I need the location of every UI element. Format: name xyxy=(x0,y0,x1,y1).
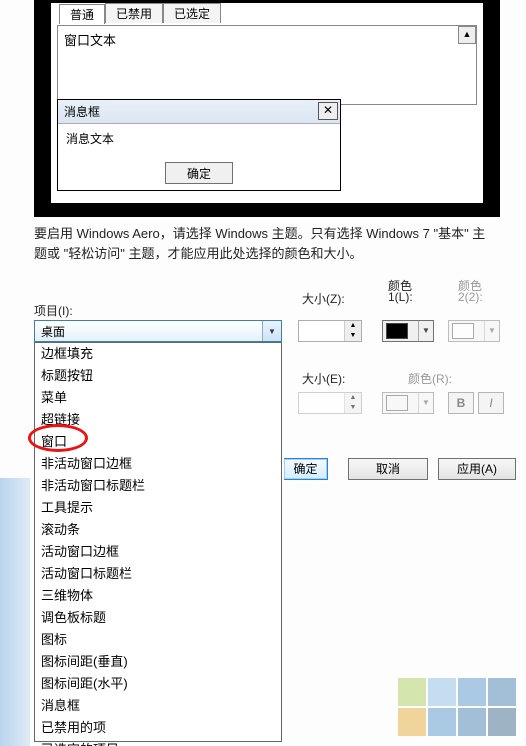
color-2-swatch: ▼ xyxy=(448,320,500,342)
window-edge xyxy=(0,478,30,746)
combo-option[interactable]: 已选定的项目 xyxy=(35,739,281,746)
combo-option[interactable]: 三维物体 xyxy=(35,585,281,607)
combo-option[interactable]: 窗口 xyxy=(35,431,281,453)
preview-tabs: 普通 已禁用 已选定 xyxy=(59,3,221,23)
color-2-chip xyxy=(452,323,474,339)
messagebox-ok-button[interactable]: 确定 xyxy=(165,162,233,184)
combo-option[interactable]: 已禁用的项 xyxy=(35,717,281,739)
label-color-2: 2(2): xyxy=(458,290,483,304)
color-r-swatch: ▼ xyxy=(382,392,434,414)
tab-normal[interactable]: 普通 xyxy=(59,4,105,24)
combo-option[interactable]: 菜单 xyxy=(35,387,281,409)
apply-button[interactable]: 应用(A) xyxy=(438,458,516,480)
item-combo-dropdown[interactable]: 边框填充标题按钮菜单超链接窗口非活动窗口边框非活动窗口标题栏工具提示滚动条活动窗… xyxy=(34,342,282,742)
combo-option[interactable]: 消息框 xyxy=(35,695,281,717)
item-combo[interactable]: 桌面 ▼ xyxy=(34,320,282,342)
combo-option[interactable]: 标题按钮 xyxy=(35,365,281,387)
combo-option[interactable]: 边框填充 xyxy=(35,343,281,365)
preview-textbox-text: 窗口文本 xyxy=(64,33,116,48)
messagebox-body: 消息文本 xyxy=(58,124,340,153)
spinner-buttons-icon[interactable]: ▲▼ xyxy=(344,321,361,341)
size-e-spinner: ▲▼ xyxy=(298,392,362,414)
bold-button: B xyxy=(448,392,474,414)
watermark-tiles xyxy=(398,678,516,736)
color-1-chip xyxy=(386,323,408,339)
combo-option[interactable]: 超链接 xyxy=(35,409,281,431)
color-r-chip xyxy=(386,395,408,411)
chevron-down-icon[interactable]: ▼ xyxy=(262,321,281,341)
combo-option[interactable]: 工具提示 xyxy=(35,497,281,519)
ok-button[interactable]: 确定 xyxy=(284,458,328,480)
combo-option[interactable]: 图标间距(垂直) xyxy=(35,651,281,673)
label-size-z: 大小(Z): xyxy=(302,290,345,307)
chevron-down-icon: ▼ xyxy=(484,321,499,341)
combo-option[interactable]: 非活动窗口标题栏 xyxy=(35,475,281,497)
spinner-buttons-icon: ▲▼ xyxy=(344,393,361,413)
label-item: 项目(I): xyxy=(34,302,73,319)
preview-frame: 普通 已禁用 已选定 窗口文本 ▲ 消息框 ✕ 消息文本 确定 xyxy=(34,0,500,217)
cancel-button[interactable]: 取消 xyxy=(348,458,428,480)
tab-selected[interactable]: 已选定 xyxy=(163,3,221,23)
combo-option[interactable]: 调色板标题 xyxy=(35,607,281,629)
instruction-text: 要启用 Windows Aero，请选择 Windows 主题。只有选择 Win… xyxy=(34,224,496,264)
label-color-r: 颜色(R): xyxy=(408,370,452,387)
scroll-up-icon[interactable]: ▲ xyxy=(458,26,476,44)
color-1-swatch[interactable]: ▼ xyxy=(382,320,434,342)
combo-option[interactable]: 滚动条 xyxy=(35,519,281,541)
messagebox-title-text: 消息框 xyxy=(64,105,100,119)
preview-messagebox: 消息框 ✕ 消息文本 确定 xyxy=(57,99,341,191)
combo-option[interactable]: 图标 xyxy=(35,629,281,651)
italic-button: I xyxy=(478,392,504,414)
combo-option[interactable]: 图标间距(水平) xyxy=(35,673,281,695)
item-combo-text: 桌面 xyxy=(35,323,262,340)
chevron-down-icon: ▼ xyxy=(418,393,433,413)
preview-window: 普通 已禁用 已选定 窗口文本 ▲ 消息框 ✕ 消息文本 确定 xyxy=(50,2,484,204)
combo-option[interactable]: 活动窗口边框 xyxy=(35,541,281,563)
messagebox-title: 消息框 ✕ xyxy=(58,100,340,124)
label-size-e: 大小(E): xyxy=(302,370,345,387)
size-z-spinner[interactable]: ▲▼ xyxy=(298,320,362,342)
combo-option[interactable]: 活动窗口标题栏 xyxy=(35,563,281,585)
label-color-1: 1(L): xyxy=(388,290,413,304)
combo-option[interactable]: 非活动窗口边框 xyxy=(35,453,281,475)
chevron-down-icon[interactable]: ▼ xyxy=(418,321,433,341)
preview-textbox: 窗口文本 ▲ xyxy=(57,25,477,105)
tab-disabled[interactable]: 已禁用 xyxy=(105,3,163,23)
close-icon[interactable]: ✕ xyxy=(318,102,338,120)
